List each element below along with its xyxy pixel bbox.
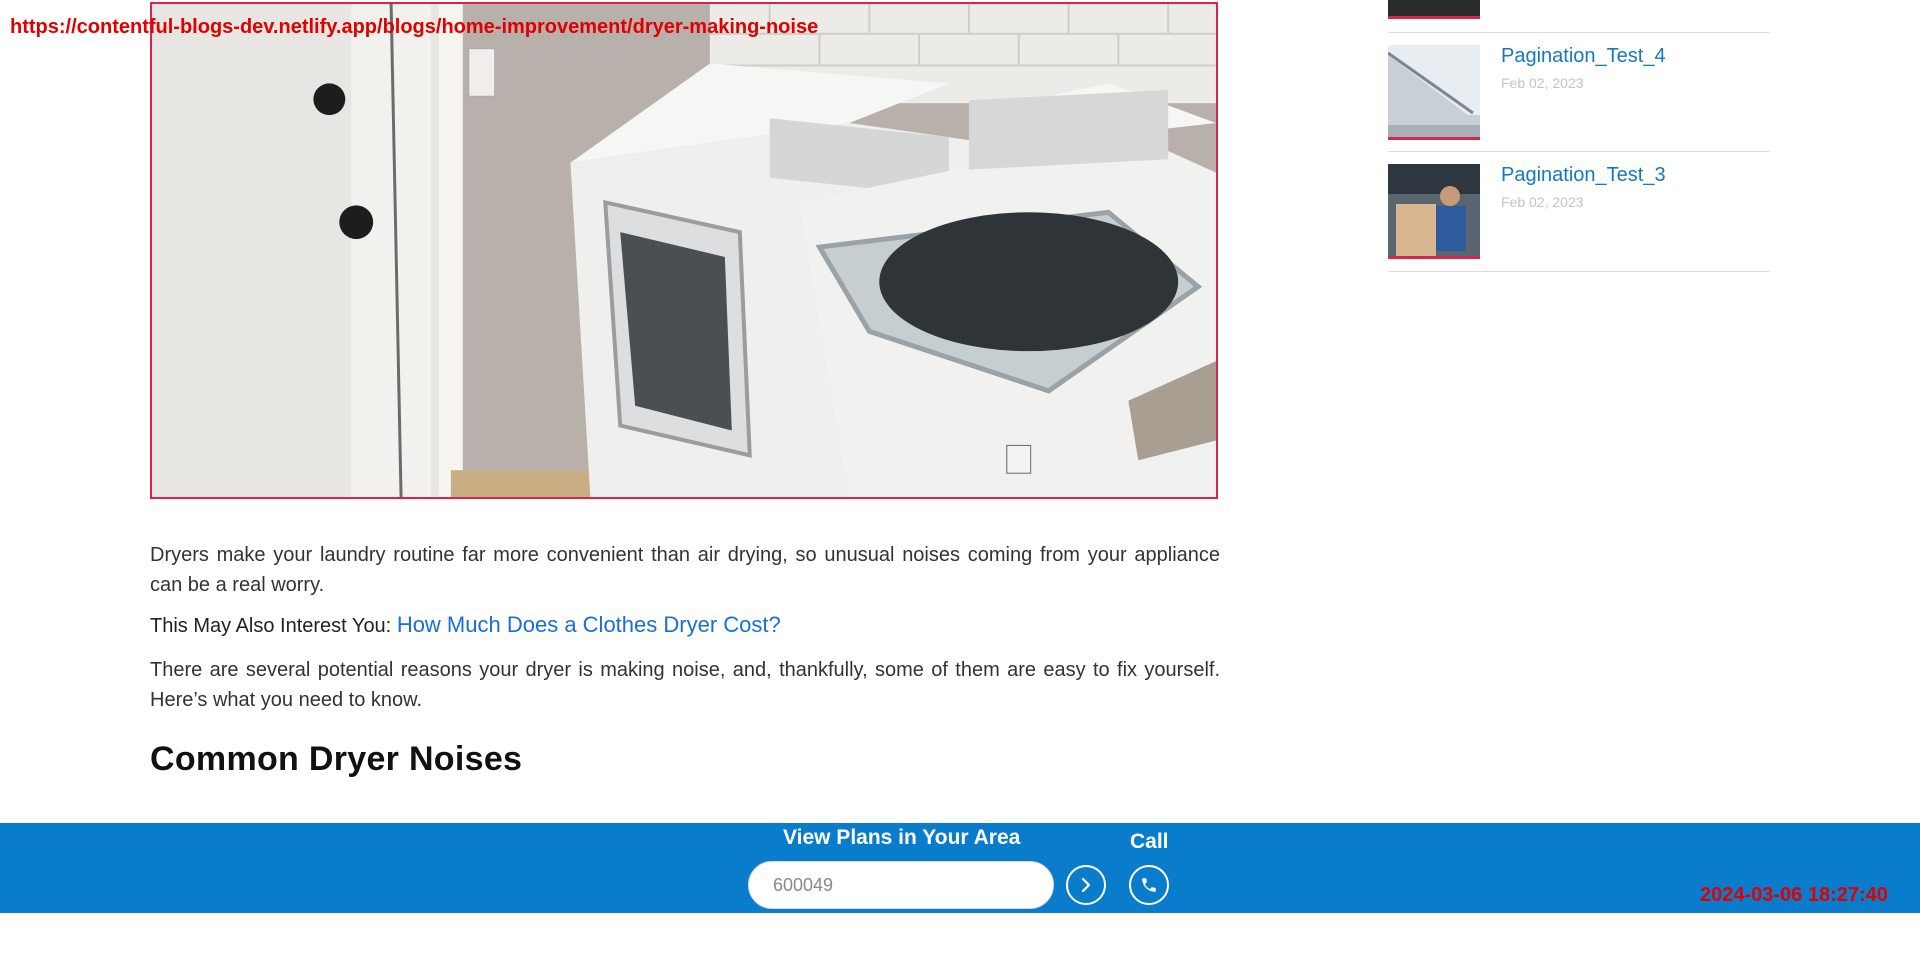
chevron-right-icon — [1081, 877, 1091, 893]
article-paragraph-2: There are several potential reasons your… — [150, 659, 1220, 711]
sidebar-item[interactable]: Pagination_Test_3 Feb 02, 2023 — [1388, 151, 1770, 272]
sidebar-divider — [1388, 271, 1770, 272]
sidebar-item-title[interactable]: Pagination_Test_3 — [1501, 164, 1666, 187]
technician-thumbnail[interactable] — [1388, 164, 1480, 259]
view-plans-label: View Plans in Your Area — [783, 826, 1021, 849]
also-interest-label: This May Also Interest You: — [150, 615, 392, 637]
timestamp-overlay: 2024-03-06 18:27:40 — [1700, 884, 1888, 906]
zip-code-input[interactable] — [748, 861, 1054, 909]
view-plans-go-button[interactable] — [1066, 865, 1106, 905]
url-overlay: https://contentful-blogs-dev.netlify.app… — [10, 16, 819, 38]
house-roof-thumbnail[interactable] — [1388, 45, 1480, 140]
sidebar-thumb-partial[interactable] — [1388, 0, 1480, 19]
section-heading: Common Dryer Noises — [150, 740, 523, 778]
article-paragraph-1: Dryers make your laundry routine far mor… — [150, 544, 1220, 596]
call-button[interactable] — [1129, 865, 1169, 905]
sidebar-item-title[interactable]: Pagination_Test_4 — [1501, 45, 1666, 68]
phone-icon — [1142, 878, 1156, 892]
also-interest-line: This May Also Interest You: How Much Doe… — [150, 610, 1220, 641]
view-plans-sticky-bar: View Plans in Your Area Call — [0, 823, 1920, 913]
also-interest-link[interactable]: How Much Does a Clothes Dryer Cost? — [397, 612, 781, 637]
sidebar-item[interactable]: Pagination_Test_4 Feb 02, 2023 — [1388, 32, 1770, 153]
sidebar-item-date: Feb 02, 2023 — [1501, 75, 1584, 91]
sidebar-item-date: Feb 02, 2023 — [1501, 194, 1584, 210]
laundry-room-photo — [152, 4, 1216, 497]
hero-image — [150, 2, 1218, 499]
call-label: Call — [1130, 830, 1169, 853]
